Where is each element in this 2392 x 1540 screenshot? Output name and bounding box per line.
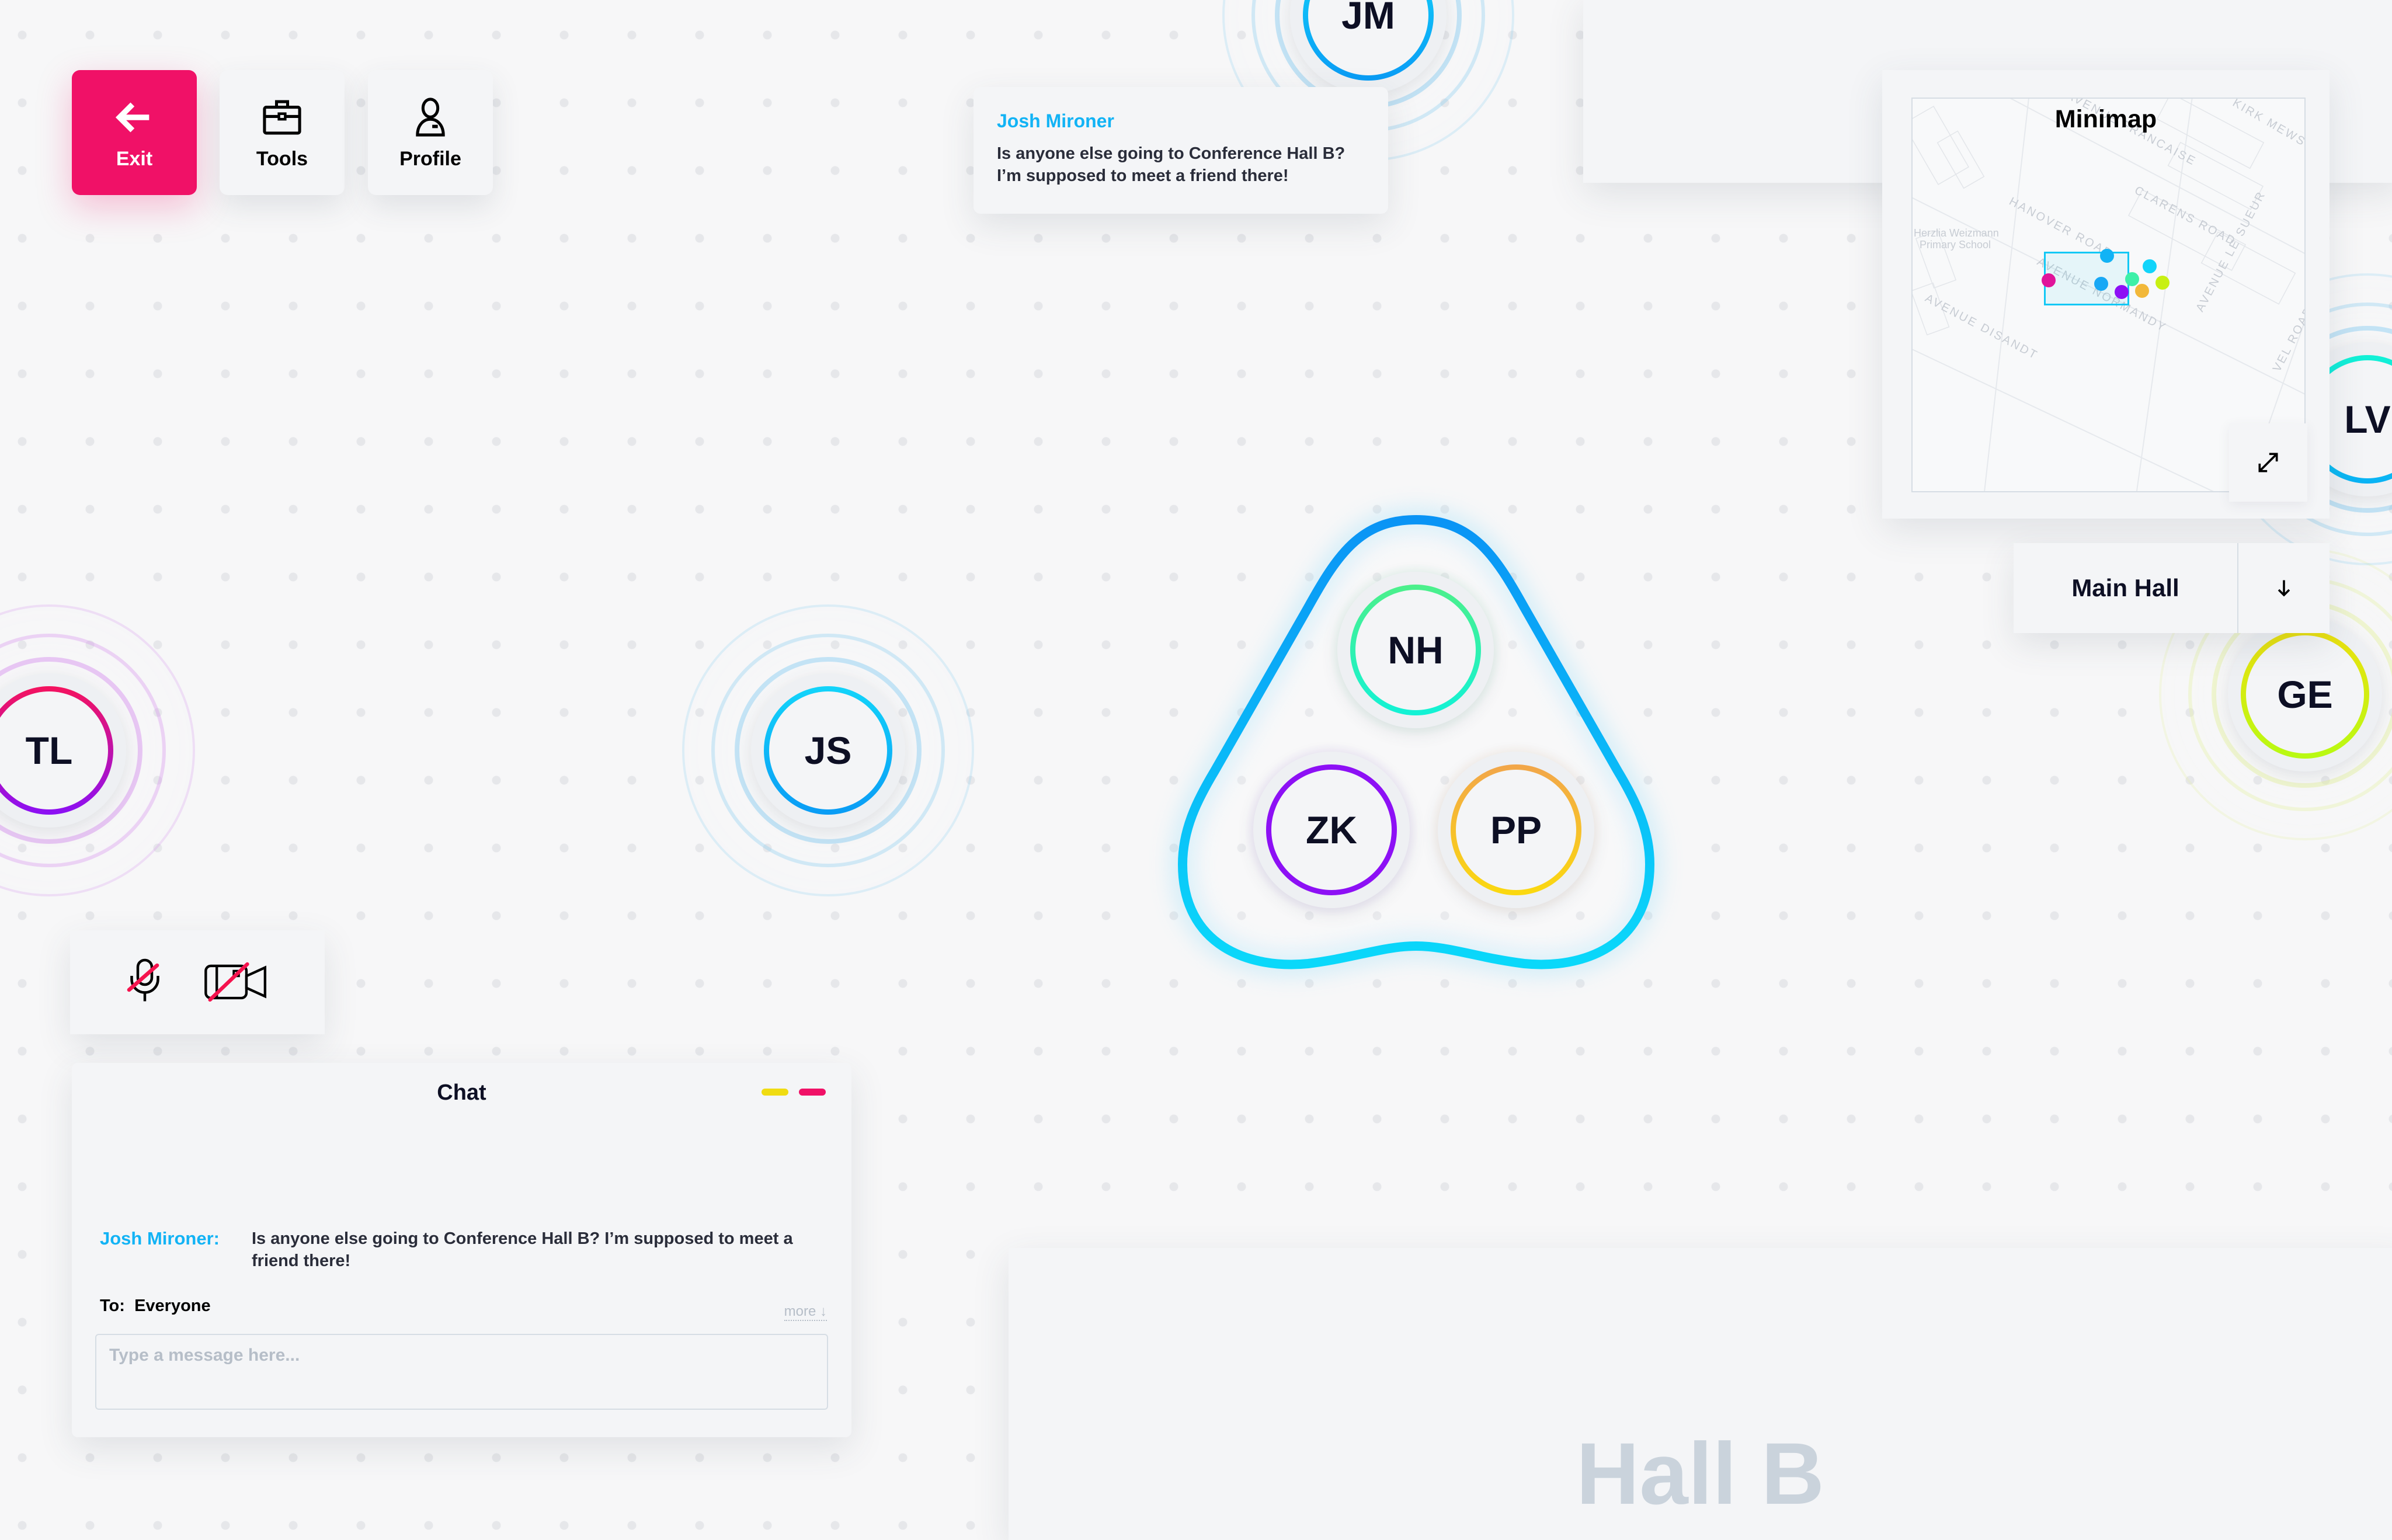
room-hall-b[interactable]: Hall B: [1009, 1248, 2392, 1540]
hall-selector-dropdown[interactable]: Main Hall: [2014, 543, 2330, 633]
avatar-ring: PP: [1451, 764, 1581, 895]
camera-off-icon: [204, 962, 267, 1002]
tools-label: Tools: [256, 147, 308, 170]
exit-label: Exit: [116, 147, 153, 170]
mic-toggle-button[interactable]: [124, 957, 166, 1009]
minimap-user-dot: [2125, 272, 2139, 286]
arrow-left-icon: [115, 102, 150, 133]
chat-close-button[interactable]: [799, 1089, 826, 1096]
profile-label: Profile: [399, 147, 461, 170]
tools-button[interactable]: Tools: [220, 70, 345, 195]
camera-toggle-button[interactable]: [203, 957, 271, 1009]
chat-more-link[interactable]: more ↓: [784, 1303, 827, 1321]
chat-minimize-button[interactable]: [762, 1089, 788, 1096]
chat-recipient-value: Everyone: [134, 1296, 211, 1315]
avatar-initials: NH: [1388, 628, 1444, 672]
avatar-initials: GE: [2277, 673, 2333, 716]
user-icon: [416, 97, 445, 137]
minimap-panel: AVENUE FRANCAISE KIRK MEWS HANOVER ROAD …: [1882, 70, 2330, 519]
minimap-user-dot: [2155, 276, 2170, 290]
avatar-initials: LV: [2344, 398, 2391, 441]
minimap-user-dot: [2135, 284, 2149, 298]
chat-panel: Chat Josh Mironer: Is anyone else going …: [72, 1063, 851, 1437]
minimap-user-dot: [2100, 249, 2114, 263]
speech-bubble: Josh Mironer Is anyone else going to Con…: [974, 87, 1388, 214]
speech-bubble-message: Is anyone else going to Conference Hall …: [997, 144, 1346, 185]
chat-recipient-label: To:: [100, 1296, 125, 1315]
avatar-ring: ZK: [1266, 764, 1397, 895]
minimap-expand-button[interactable]: [2229, 423, 2307, 502]
minimap-title: Minimap: [2054, 105, 2157, 133]
hall-selector-toggle[interactable]: [2238, 543, 2330, 633]
chat-message-sender: Josh Mironer:: [100, 1228, 220, 1249]
chat-message: Josh Mironer: Is anyone else going to Co…: [100, 1228, 821, 1272]
avatar-initials: PP: [1490, 808, 1542, 851]
chat-recipient[interactable]: To: Everyone: [100, 1296, 211, 1316]
map-label: Herzlia Weizmann: [1914, 227, 1999, 239]
media-controls: [70, 930, 325, 1034]
avatar-initials: ZK: [1306, 808, 1357, 851]
avatar-initials: JS: [804, 729, 852, 772]
chat-message-input[interactable]: [95, 1334, 828, 1410]
avatar-ring: NH: [1350, 585, 1481, 715]
profile-button[interactable]: Profile: [368, 70, 493, 195]
chat-title: Chat: [437, 1080, 486, 1105]
mic-muted-icon: [127, 958, 159, 1001]
expand-diagonal-icon: [2258, 453, 2278, 472]
hall-b-label: Hall B: [1576, 1424, 1825, 1522]
minimap-user-dot: [2042, 273, 2056, 287]
briefcase-icon: [263, 100, 301, 134]
minimap-user-dot: [2094, 277, 2108, 291]
speech-bubble-sender: Josh Mironer: [997, 110, 1114, 131]
minimap-user-dot: [2143, 259, 2157, 273]
arrow-down-icon: [2278, 580, 2290, 597]
exit-button[interactable]: Exit: [72, 70, 197, 195]
avatar-initials: JM: [1341, 0, 1395, 37]
hall-selector-value: Main Hall: [2014, 543, 2238, 633]
chat-message-text: Is anyone else going to Conference Hall …: [252, 1229, 793, 1270]
map-label: Primary School: [1920, 239, 1991, 251]
minimap-viewport[interactable]: [2042, 249, 2170, 305]
avatar-initials: TL: [25, 729, 73, 772]
minimap-user-dot: [2115, 285, 2129, 299]
avatar-ring: JS: [764, 686, 892, 815]
avatar-ring: GE: [2241, 630, 2369, 759]
